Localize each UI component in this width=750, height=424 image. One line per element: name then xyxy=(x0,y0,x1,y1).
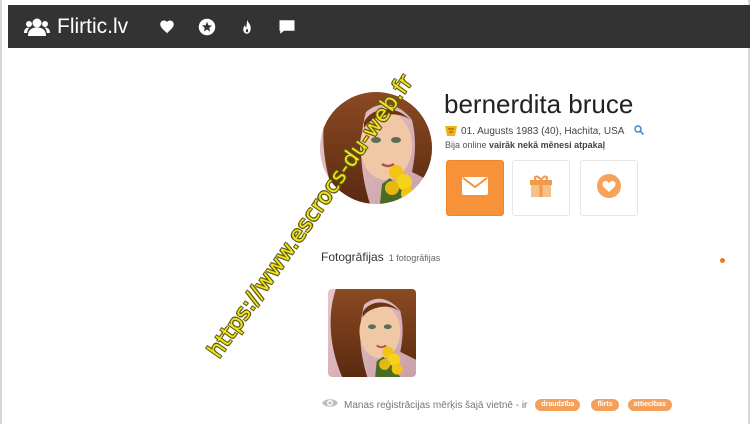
goal-tag-flirt: flirts xyxy=(591,399,619,411)
status-dot xyxy=(720,258,725,263)
flame-icon[interactable] xyxy=(238,18,256,36)
zodiac-icon xyxy=(444,124,458,138)
photos-count: 1 fotogrāfijas xyxy=(388,253,441,263)
online-prefix: Bija online xyxy=(445,140,490,150)
birth-location-text: 01. Augusts 1983 (40), Hachita, USA xyxy=(461,125,625,137)
online-ago: vairāk nekā mēnesi atpakaļ xyxy=(489,140,606,150)
eye-icon xyxy=(321,396,339,414)
add-favorite-button[interactable] xyxy=(580,160,638,216)
search-icon[interactable] xyxy=(634,124,645,138)
app-title: Flirtic.lv xyxy=(57,15,129,38)
envelope-icon xyxy=(461,176,489,201)
goal-tag-relationship: attiecības xyxy=(627,399,672,411)
profile-name: bernerdita bruce xyxy=(444,89,634,119)
heart-icon xyxy=(596,173,622,204)
star-icon[interactable] xyxy=(198,18,216,36)
photo-thumbnail[interactable] xyxy=(328,289,416,377)
goal-text: Manas reģistrācijas mērķis šajā vietnē -… xyxy=(344,399,528,411)
profile-info-line: 01. Augusts 1983 (40), Hachita, USA xyxy=(444,124,645,138)
gift-icon xyxy=(528,173,554,204)
registration-goal: Manas reģistrācijas mērķis šajā vietnē -… xyxy=(321,396,672,414)
favorites-heart-icon[interactable] xyxy=(158,18,176,36)
send-message-button[interactable] xyxy=(446,160,504,216)
photos-title: Fotogrāfijas xyxy=(321,250,384,264)
photos-heading: Fotogrāfijas 1 fotogrāfijas xyxy=(321,250,440,264)
goal-tag-friendship: draudzība xyxy=(535,399,581,411)
send-gift-button[interactable] xyxy=(512,160,570,216)
top-navigation-bar: Flirtic.lv xyxy=(8,5,750,48)
last-online-status: Bija online vairāk nekā mēnesi atpakaļ xyxy=(445,140,605,150)
brand-logo-link[interactable]: Flirtic.lv xyxy=(24,14,128,40)
messages-icon[interactable] xyxy=(278,18,296,36)
users-group-icon xyxy=(24,17,50,37)
